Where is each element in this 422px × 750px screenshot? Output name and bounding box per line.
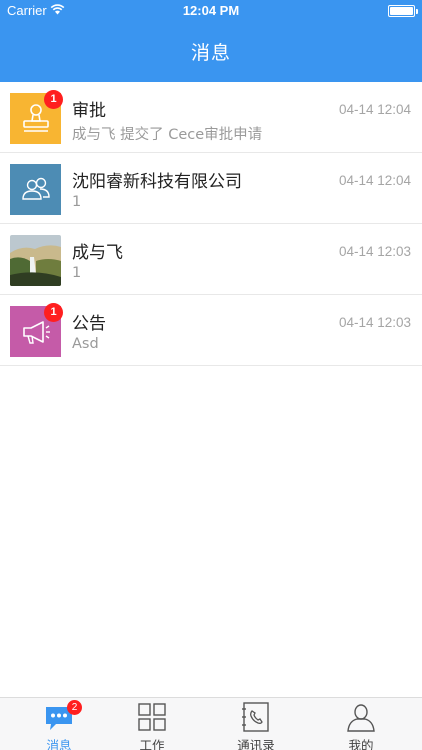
navigation-bar: Carrier 12:04 PM 消息 <box>0 0 422 82</box>
message-date: 04-14 12:03 <box>338 244 411 259</box>
tab-contacts[interactable]: 通讯录 <box>216 698 296 750</box>
company-avatar <box>10 164 61 215</box>
clock: 12:04 PM <box>182 3 240 18</box>
tab-bar: 2 消息 工作 通讯录 我的 <box>0 697 422 750</box>
group-icon <box>21 177 50 200</box>
grid-icon <box>138 703 166 731</box>
message-title: 成与飞 <box>72 243 123 263</box>
page-title: 消息 <box>190 42 231 64</box>
message-title: 沈阳睿新科技有限公司 <box>72 172 242 192</box>
contacts-icon <box>242 702 269 732</box>
message-title: 公告 <box>72 314 106 334</box>
message-preview: 1 <box>72 265 82 281</box>
tab-profile[interactable]: 我的 <box>321 698 401 750</box>
message-row-approval[interactable]: 1 审批 成与飞 提交了 Cece审批申请 04-14 12:04 <box>0 82 422 153</box>
tab-badge: 2 <box>67 700 82 715</box>
message-date: 04-14 12:03 <box>338 315 411 330</box>
message-row-user[interactable]: 成与飞 1 04-14 12:03 <box>0 224 422 295</box>
battery-icon <box>388 5 418 17</box>
tab-work[interactable]: 工作 <box>112 698 192 750</box>
message-list: 1 审批 成与飞 提交了 Cece审批申请 04-14 12:04 沈阳睿新科技… <box>0 82 422 366</box>
tab-label: 我的 <box>348 738 374 750</box>
tab-messages[interactable]: 2 消息 <box>19 698 99 750</box>
message-date: 04-14 12:04 <box>338 173 411 188</box>
message-date: 04-14 12:04 <box>338 102 411 117</box>
tab-label: 消息 <box>46 738 72 750</box>
message-preview: Asd <box>72 336 99 352</box>
user-avatar <box>10 235 61 286</box>
tab-label: 通讯录 <box>237 738 275 750</box>
landscape-avatar <box>10 235 61 286</box>
message-preview: 成与飞 提交了 Cece审批申请 <box>72 127 263 143</box>
status-bar: Carrier 12:04 PM <box>0 0 422 22</box>
unread-badge: 1 <box>44 90 63 109</box>
message-row-announcement[interactable]: 1 公告 Asd 04-14 12:03 <box>0 295 422 366</box>
tab-label: 工作 <box>139 738 165 750</box>
profile-icon <box>347 704 375 732</box>
message-title: 审批 <box>72 101 106 121</box>
unread-badge: 1 <box>44 303 63 322</box>
message-row-company[interactable]: 沈阳睿新科技有限公司 1 04-14 12:04 <box>0 153 422 224</box>
message-preview: 1 <box>72 194 82 210</box>
